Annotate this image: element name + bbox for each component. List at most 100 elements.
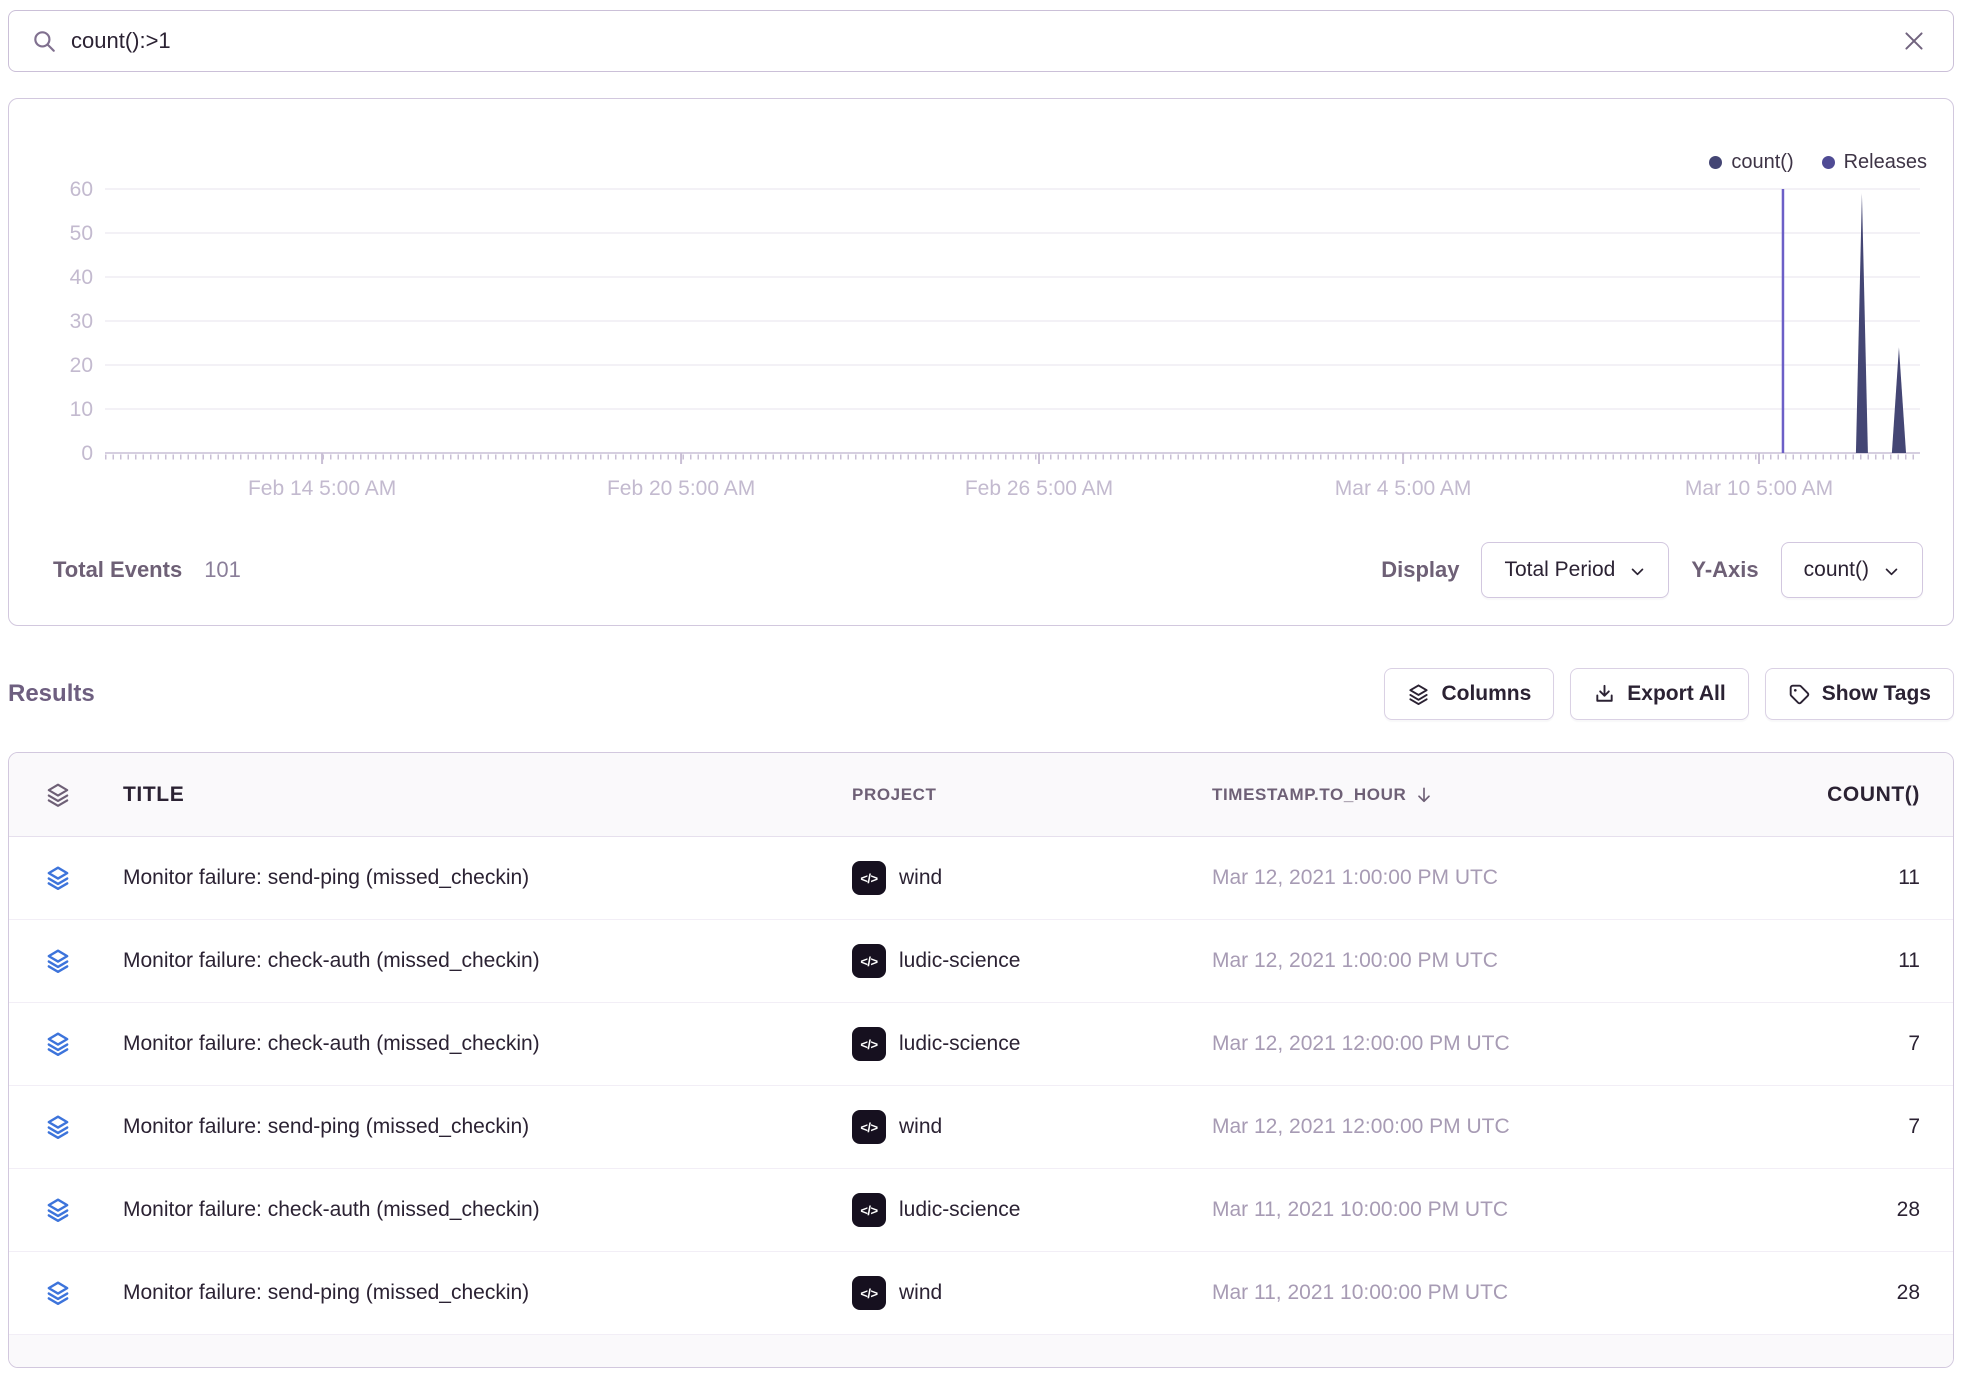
chart-controls: Display Total Period Y-Axis count() xyxy=(1381,542,1923,598)
count-cell: 7 xyxy=(1713,1115,1953,1139)
project-cell: </> wind xyxy=(852,1110,1212,1144)
export-all-button[interactable]: Export All xyxy=(1570,668,1748,720)
project-cell: </> ludic-science xyxy=(852,1027,1212,1061)
download-icon xyxy=(1593,683,1616,706)
count-cell: 28 xyxy=(1713,1281,1953,1305)
stack-icon xyxy=(9,865,107,891)
timestamp-cell: Mar 12, 2021 1:00:00 PM UTC xyxy=(1212,866,1713,890)
code-icon: </> xyxy=(852,944,886,978)
timestamp-cell: Mar 12, 2021 12:00:00 PM UTC xyxy=(1212,1032,1713,1056)
results-table: TITLE PROJECT TIMESTAMP.TO_HOUR COUNT() … xyxy=(8,752,1954,1368)
search-bar xyxy=(8,10,1954,72)
count-cell: 11 xyxy=(1713,866,1953,890)
table-row[interactable]: Monitor failure: send-ping (missed_check… xyxy=(9,837,1953,920)
y-axis-label: Y-Axis xyxy=(1691,557,1758,583)
svg-text:10: 10 xyxy=(70,398,93,421)
code-icon: </> xyxy=(852,861,886,895)
event-title-link[interactable]: Monitor failure: check-auth (missed_chec… xyxy=(107,1198,852,1222)
svg-text:40: 40 xyxy=(70,266,93,289)
y-axis-select-value: count() xyxy=(1804,558,1869,582)
clear-search-button[interactable] xyxy=(1897,24,1931,58)
table-row[interactable]: Monitor failure: check-auth (missed_chec… xyxy=(9,1003,1953,1086)
columns-button[interactable]: Columns xyxy=(1384,668,1554,720)
results-header: Results Columns Export All Show Tags xyxy=(8,666,1954,722)
stack-icon xyxy=(9,1031,107,1057)
event-title-link[interactable]: Monitor failure: send-ping (missed_check… xyxy=(107,866,852,890)
y-axis-select[interactable]: count() xyxy=(1781,542,1923,598)
project-name: ludic-science xyxy=(899,949,1020,973)
chevron-down-icon xyxy=(1883,563,1900,580)
project-name: wind xyxy=(899,1115,942,1139)
chevron-down-icon xyxy=(1629,563,1646,580)
search-icon xyxy=(31,28,57,54)
count-cell: 28 xyxy=(1713,1198,1953,1222)
count-cell: 11 xyxy=(1713,949,1953,973)
total-events-label: Total Events xyxy=(53,557,182,583)
timestamp-cell: Mar 11, 2021 10:00:00 PM UTC xyxy=(1212,1281,1713,1305)
stack-icon[interactable] xyxy=(9,782,107,808)
svg-text:Mar 10 5:00 AM: Mar 10 5:00 AM xyxy=(1685,477,1833,500)
event-title-link[interactable]: Monitor failure: send-ping (missed_check… xyxy=(107,1281,852,1305)
project-name: ludic-science xyxy=(899,1032,1020,1056)
search-input[interactable] xyxy=(71,28,1897,54)
project-cell: </> ludic-science xyxy=(852,1193,1212,1227)
column-header-title[interactable]: TITLE xyxy=(107,783,852,807)
display-select[interactable]: Total Period xyxy=(1481,542,1669,598)
svg-text:Feb 14 5:00 AM: Feb 14 5:00 AM xyxy=(248,477,396,500)
stack-icon xyxy=(9,1280,107,1306)
total-events: Total Events 101 xyxy=(53,557,241,583)
export-all-button-label: Export All xyxy=(1627,682,1725,706)
column-header-timestamp[interactable]: TIMESTAMP.TO_HOUR xyxy=(1212,785,1713,805)
svg-text:60: 60 xyxy=(70,178,93,201)
column-header-project[interactable]: PROJECT xyxy=(852,785,1212,805)
show-tags-button[interactable]: Show Tags xyxy=(1765,668,1954,720)
svg-text:Mar 4 5:00 AM: Mar 4 5:00 AM xyxy=(1335,477,1472,500)
timestamp-cell: Mar 12, 2021 1:00:00 PM UTC xyxy=(1212,949,1713,973)
events-over-time-chart[interactable]: 0102030405060Feb 14 5:00 AMFeb 20 5:00 A… xyxy=(9,99,1953,503)
svg-text:0: 0 xyxy=(81,442,93,465)
code-icon: </> xyxy=(852,1027,886,1061)
stack-icon xyxy=(1407,683,1430,706)
project-name: wind xyxy=(899,1281,942,1305)
code-icon: </> xyxy=(852,1110,886,1144)
chart-footer: Total Events 101 Display Total Period Y-… xyxy=(9,525,1953,625)
table-footer-strip xyxy=(9,1335,1953,1368)
table-row[interactable]: Monitor failure: send-ping (missed_check… xyxy=(9,1086,1953,1169)
tag-icon xyxy=(1788,683,1811,706)
code-icon: </> xyxy=(852,1276,886,1310)
display-select-value: Total Period xyxy=(1504,558,1615,582)
project-name: wind xyxy=(899,866,942,890)
stack-icon xyxy=(9,948,107,974)
code-icon: </> xyxy=(852,1193,886,1227)
column-header-count[interactable]: COUNT() xyxy=(1713,783,1953,807)
columns-button-label: Columns xyxy=(1441,682,1531,706)
event-title-link[interactable]: Monitor failure: check-auth (missed_chec… xyxy=(107,1032,852,1056)
timestamp-cell: Mar 11, 2021 10:00:00 PM UTC xyxy=(1212,1198,1713,1222)
project-name: ludic-science xyxy=(899,1198,1020,1222)
sort-descending-icon xyxy=(1414,785,1434,805)
total-events-value: 101 xyxy=(204,557,241,583)
stack-icon xyxy=(9,1114,107,1140)
display-label: Display xyxy=(1381,557,1459,583)
project-cell: </> wind xyxy=(852,861,1212,895)
svg-text:50: 50 xyxy=(70,222,93,245)
close-icon xyxy=(1901,28,1927,54)
project-cell: </> wind xyxy=(852,1276,1212,1310)
svg-text:Feb 20 5:00 AM: Feb 20 5:00 AM xyxy=(607,477,755,500)
svg-text:20: 20 xyxy=(70,354,93,377)
results-heading: Results xyxy=(8,680,95,708)
table-header-row: TITLE PROJECT TIMESTAMP.TO_HOUR COUNT() xyxy=(9,753,1953,837)
events-chart-panel: count() Releases 0102030405060Feb 14 5:0… xyxy=(8,98,1954,626)
timestamp-cell: Mar 12, 2021 12:00:00 PM UTC xyxy=(1212,1115,1713,1139)
table-row[interactable]: Monitor failure: send-ping (missed_check… xyxy=(9,1252,1953,1335)
results-actions: Columns Export All Show Tags xyxy=(1384,668,1954,720)
count-cell: 7 xyxy=(1713,1032,1953,1056)
event-title-link[interactable]: Monitor failure: send-ping (missed_check… xyxy=(107,1115,852,1139)
event-title-link[interactable]: Monitor failure: check-auth (missed_chec… xyxy=(107,949,852,973)
show-tags-button-label: Show Tags xyxy=(1822,682,1931,706)
table-row[interactable]: Monitor failure: check-auth (missed_chec… xyxy=(9,920,1953,1003)
project-cell: </> ludic-science xyxy=(852,944,1212,978)
table-row[interactable]: Monitor failure: check-auth (missed_chec… xyxy=(9,1169,1953,1252)
stack-icon xyxy=(9,1197,107,1223)
svg-text:Feb 26 5:00 AM: Feb 26 5:00 AM xyxy=(965,477,1113,500)
